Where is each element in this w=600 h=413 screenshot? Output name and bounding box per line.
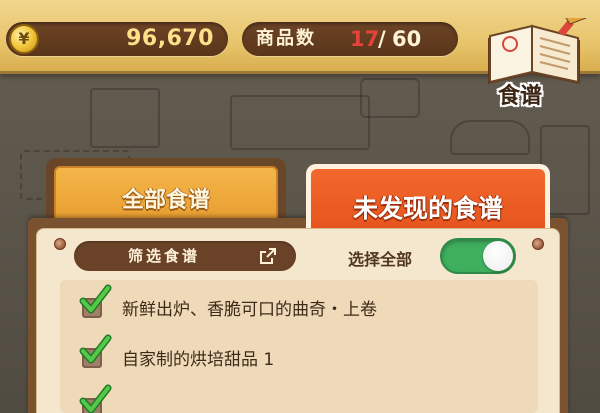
goods-count-separator: / xyxy=(378,27,386,51)
goods-count-label: 商品数 xyxy=(256,28,316,49)
background-counter xyxy=(230,95,370,150)
select-all-toggle[interactable] xyxy=(440,238,516,274)
recipe-name: 新鲜出炉、香脆可口的曲奇・上卷 xyxy=(122,300,377,320)
money-display: ¥ 96,670 xyxy=(6,22,228,56)
filter-recipes-label: 筛选食谱 xyxy=(127,247,200,265)
select-all-label: 选择全部 xyxy=(348,250,413,269)
recipe-list-item[interactable] xyxy=(60,384,538,413)
coin-icon: ¥ xyxy=(9,24,39,54)
checkmark-icon xyxy=(79,384,112,413)
background-bowl xyxy=(450,120,530,155)
nail-icon xyxy=(532,238,544,250)
background-shelf xyxy=(90,88,160,148)
checkmark-icon xyxy=(79,284,112,314)
recipe-list-item[interactable]: 自家制的烘培甜品 1 xyxy=(60,334,538,376)
recipe-list-item[interactable]: 新鲜出炉、香脆可口的曲奇・上卷 xyxy=(60,284,538,326)
recipe-list: 新鲜出炉、香脆可口的曲奇・上卷 自家制的烘培甜品 1 xyxy=(60,280,538,413)
nail-icon xyxy=(54,238,66,250)
goods-count-display: 商品数 17 / 60 xyxy=(242,22,458,56)
toggle-knob xyxy=(483,241,513,271)
tab-undiscovered-recipes-label: 未发现的食谱 xyxy=(352,194,503,223)
background-pot xyxy=(360,78,420,118)
checkmark-icon xyxy=(79,334,112,364)
recipe-book-label: 食谱 xyxy=(497,84,542,109)
goods-count-current: 17 xyxy=(350,27,380,51)
external-link-icon xyxy=(260,248,276,264)
tab-all-recipes-label: 全部食谱 xyxy=(121,188,210,213)
recipe-book-button[interactable]: 食谱 xyxy=(480,18,592,118)
filter-recipes-button[interactable]: 筛选食谱 xyxy=(74,241,296,271)
money-value: 96,670 xyxy=(126,26,214,51)
goods-count-total: 60 xyxy=(392,27,422,51)
recipe-name: 自家制的烘培甜品 1 xyxy=(122,350,275,370)
